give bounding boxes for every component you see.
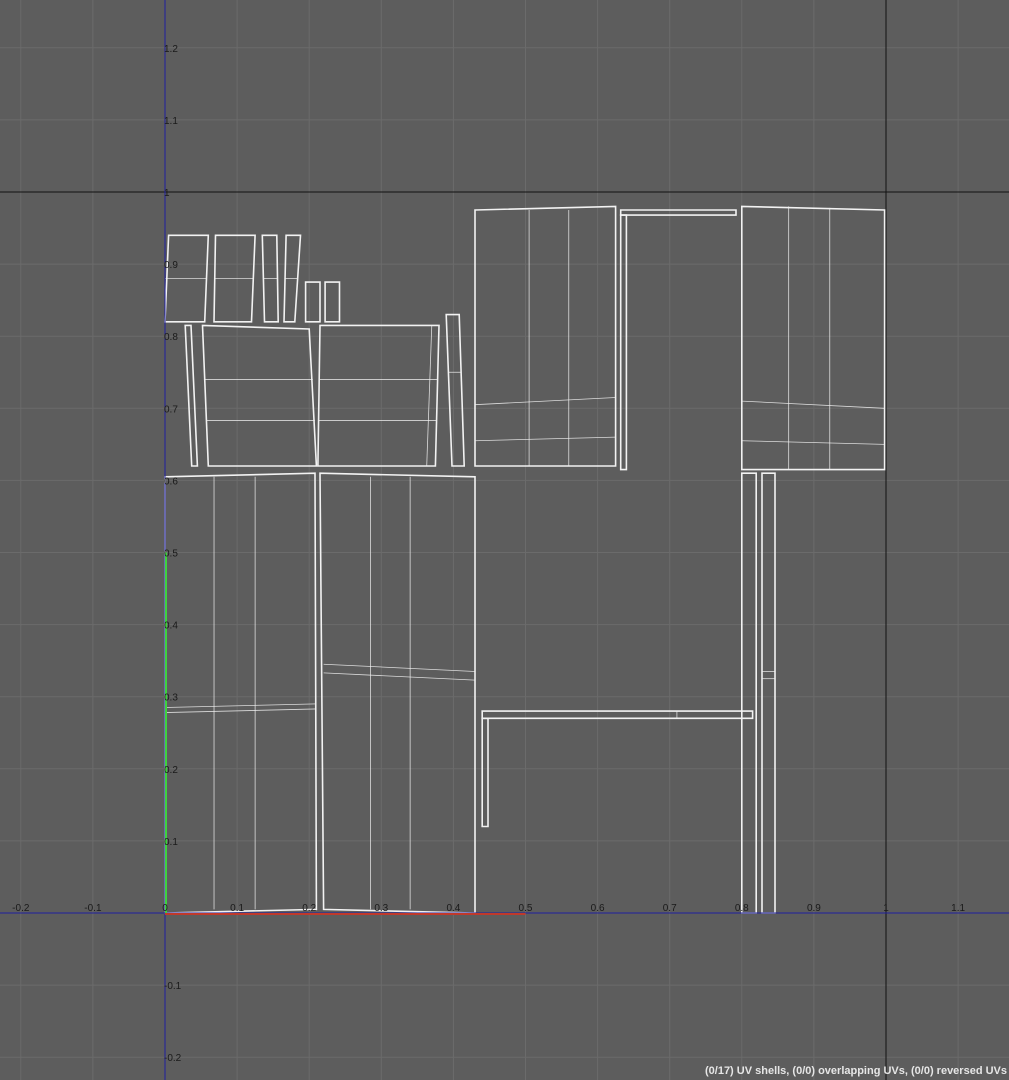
uv-edge bbox=[164, 703, 317, 708]
u-tick-label: 0 bbox=[162, 903, 168, 914]
uv-edge bbox=[426, 325, 433, 466]
u-tick-label: -0.1 bbox=[84, 903, 102, 914]
uv-shell-upper-right-block-2[interactable] bbox=[740, 205, 886, 471]
uv-shell-border[interactable] bbox=[481, 710, 754, 720]
u-tick-label: 0.7 bbox=[663, 903, 677, 914]
uv-shell-vertical-strips[interactable] bbox=[740, 472, 776, 914]
uv-shell-border[interactable] bbox=[740, 205, 886, 471]
uv-editor-viewport[interactable]: -0.2 -0.1 0 0.1 0.2 0.3 0.4 0.5 0.6 0.7 0.8 0.9 1 1.1… bbox=[0, 0, 1009, 1080]
u-tick-label: 0.6 bbox=[591, 903, 605, 914]
v-tick-label: 1.2 bbox=[164, 44, 178, 55]
v-tick-label: 0.1 bbox=[164, 837, 178, 848]
v-tick-label: -0.2 bbox=[164, 1053, 182, 1064]
uv-shell-top-block-2[interactable] bbox=[317, 324, 440, 467]
uv-shell-left-strip[interactable] bbox=[184, 324, 199, 467]
uv-shell-border[interactable] bbox=[481, 717, 489, 828]
uv-shell-border[interactable] bbox=[619, 209, 737, 216]
v-tick-label: 1.1 bbox=[164, 116, 178, 127]
uv-edge bbox=[475, 436, 616, 442]
uv-shell-border[interactable] bbox=[304, 281, 321, 323]
u-tick-label: 0.5 bbox=[519, 903, 533, 914]
uv-shells[interactable] bbox=[164, 205, 886, 914]
uv-shell-top-block-1[interactable] bbox=[201, 324, 318, 467]
v-tick-label: 0.4 bbox=[164, 621, 178, 632]
uv-status-text: (0/17) UV shells, (0/0) overlapping UVs,… bbox=[704, 1065, 1007, 1077]
v-tick-label: -0.1 bbox=[164, 981, 182, 992]
uv-shell-border[interactable] bbox=[619, 214, 628, 471]
uv-shell-small-piece-4[interactable] bbox=[283, 234, 302, 323]
v-tick-label: 0.8 bbox=[164, 332, 178, 343]
u-tick-label: 0.9 bbox=[807, 903, 821, 914]
uv-edge bbox=[164, 708, 317, 713]
grid-lines bbox=[0, 0, 1009, 1080]
uv-shell-small-piece-6[interactable] bbox=[324, 281, 341, 323]
uv-shell-upper-frame-strip[interactable] bbox=[619, 209, 737, 471]
v-tick-label: 0.6 bbox=[164, 476, 178, 487]
v-tick-label: 0.5 bbox=[164, 549, 178, 560]
uv-shell-border[interactable] bbox=[317, 324, 440, 467]
uv-shell-border[interactable] bbox=[761, 472, 776, 914]
uv-shell-border[interactable] bbox=[740, 472, 758, 914]
u-tick-label: 0.3 bbox=[374, 903, 388, 914]
uv-edge bbox=[475, 397, 616, 406]
uv-grid-canvas[interactable]: -0.2 -0.1 0 0.1 0.2 0.3 0.4 0.5 0.6 0.7 0.8 0.9 1 1.1… bbox=[0, 0, 1009, 1080]
uv-shell-lower-left-block[interactable] bbox=[164, 472, 318, 914]
v-tick-label: 0.3 bbox=[164, 693, 178, 704]
uv-shell-border[interactable] bbox=[319, 472, 476, 914]
u-tick-label: 1.1 bbox=[951, 903, 965, 914]
v-tick-label: 0.9 bbox=[164, 260, 178, 271]
u-tick-label: 0.8 bbox=[735, 903, 749, 914]
v-tick-label: 0.2 bbox=[164, 765, 178, 776]
uv-shell-border[interactable] bbox=[164, 472, 318, 914]
v-tick-label: 1 bbox=[164, 188, 170, 199]
uv-edge bbox=[323, 672, 476, 681]
uv-edge bbox=[741, 440, 885, 445]
uv-shell-border[interactable] bbox=[201, 324, 318, 467]
uv-shell-right-thin-strip[interactable] bbox=[445, 313, 466, 467]
uv-shell-lower-middle-block[interactable] bbox=[319, 472, 476, 914]
u-tick-label: 0.4 bbox=[446, 903, 460, 914]
uv-shell-border[interactable] bbox=[445, 313, 466, 467]
uv-shell-small-piece-2[interactable] bbox=[213, 234, 256, 323]
uv-edge bbox=[741, 400, 885, 409]
u-tick-label: 1 bbox=[883, 903, 889, 914]
u-tick-label: -0.2 bbox=[12, 903, 30, 914]
u-tick-label: 0.2 bbox=[302, 903, 316, 914]
uv-shell-small-piece-1[interactable] bbox=[164, 234, 210, 323]
uv-edge bbox=[323, 663, 476, 672]
uv-shell-border[interactable] bbox=[324, 281, 341, 323]
uv-axes bbox=[0, 0, 1009, 1080]
uv-shell-small-piece-3[interactable] bbox=[261, 234, 280, 323]
u-tick-label: 0.1 bbox=[230, 903, 244, 914]
uv-shell-border[interactable] bbox=[184, 324, 199, 467]
uv-shell-small-piece-5[interactable] bbox=[304, 281, 321, 323]
axis-tick-labels: -0.2 -0.1 0 0.1 0.2 0.3 0.4 0.5 0.6 0.7 0.8 0.9 1 1.1… bbox=[12, 44, 965, 1064]
v-tick-label: 0.7 bbox=[164, 404, 178, 415]
